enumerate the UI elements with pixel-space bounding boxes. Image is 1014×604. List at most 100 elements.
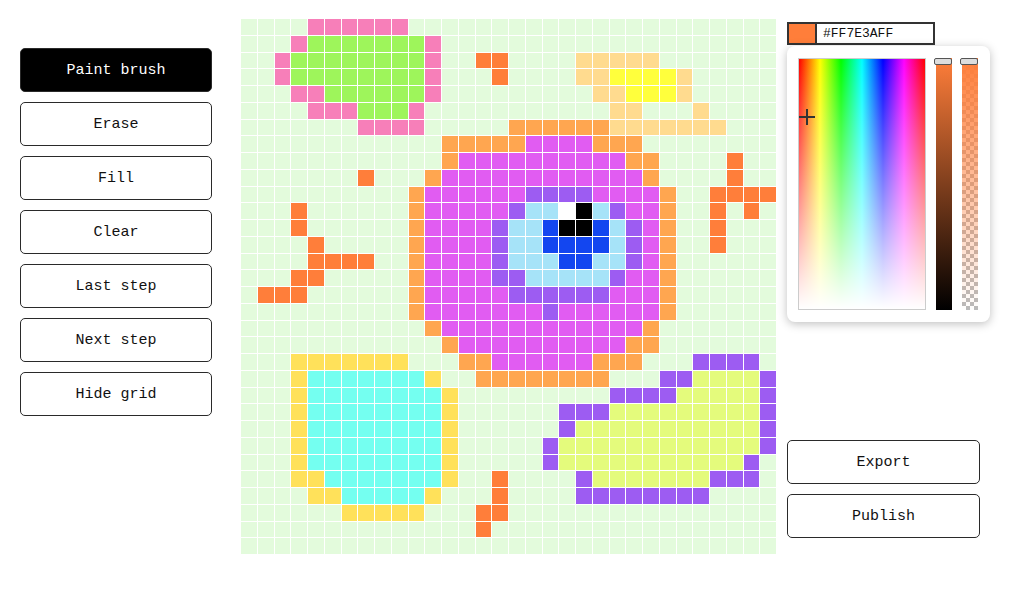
pixel-cell[interactable] [392,53,408,69]
pixel-cell[interactable] [275,337,291,353]
pixel-cell[interactable] [559,19,575,35]
pixel-cell[interactable] [677,388,693,404]
pixel-cell[interactable] [342,354,358,370]
pixel-cell[interactable] [241,220,257,236]
pixel-cell[interactable] [593,538,609,554]
pixel-cell[interactable] [308,254,324,270]
pixel-cell[interactable] [476,53,492,69]
pixel-cell[interactable] [275,471,291,487]
pixel-cell[interactable] [459,354,475,370]
pixel-cell[interactable] [375,270,391,286]
pixel-cell[interactable] [643,254,659,270]
pixel-cell[interactable] [727,371,743,387]
pixel-cell[interactable] [325,170,341,186]
pixel-cell[interactable] [375,371,391,387]
pixel-cell[interactable] [258,455,274,471]
pixel-cell[interactable] [760,203,776,219]
pixel-cell[interactable] [358,371,374,387]
pixel-cell[interactable] [342,455,358,471]
pixel-cell[interactable] [610,220,626,236]
pixel-cell[interactable] [291,287,307,303]
pixel-cell[interactable] [492,36,508,52]
pixel-cell[interactable] [610,203,626,219]
pixel-cell[interactable] [258,421,274,437]
pixel-cell[interactable] [342,254,358,270]
pixel-cell[interactable] [660,371,676,387]
pixel-cell[interactable] [325,287,341,303]
pixel-cell[interactable] [626,36,642,52]
pixel-cell[interactable] [509,19,525,35]
pixel-cell[interactable] [275,237,291,253]
pixel-cell[interactable] [576,404,592,420]
pixel-cell[interactable] [526,522,542,538]
pixel-cell[interactable] [643,69,659,85]
pixel-cell[interactable] [392,153,408,169]
pixel-cell[interactable] [760,270,776,286]
pixel-cell[interactable] [492,455,508,471]
pixel-cell[interactable] [492,53,508,69]
pixel-cell[interactable] [643,237,659,253]
pixel-cell[interactable] [375,388,391,404]
pixel-cell[interactable] [241,455,257,471]
pixel-cell[interactable] [358,522,374,538]
pixel-cell[interactable] [660,187,676,203]
pixel-cell[interactable] [660,136,676,152]
pixel-cell[interactable] [425,287,441,303]
pixel-cell[interactable] [710,220,726,236]
pixel-cell[interactable] [492,522,508,538]
pixel-cell[interactable] [425,471,441,487]
pixel-cell[interactable] [643,371,659,387]
pixel-cell[interactable] [593,488,609,504]
pixel-cell[interactable] [626,254,642,270]
pixel-cell[interactable] [593,505,609,521]
pixel-cell[interactable] [275,170,291,186]
pixel-cell[interactable] [425,153,441,169]
pixel-cell[interactable] [492,371,508,387]
pixel-cell[interactable] [342,120,358,136]
pixel-cell[interactable] [693,488,709,504]
pixel-cell[interactable] [325,254,341,270]
pixel-cell[interactable] [275,86,291,102]
pixel-cell[interactable] [375,187,391,203]
pixel-cell[interactable] [342,538,358,554]
pixel-cell[interactable] [559,522,575,538]
pixel-cell[interactable] [258,337,274,353]
pixel-cell[interactable] [459,505,475,521]
pixel-cell[interactable] [576,254,592,270]
pixel-cell[interactable] [626,86,642,102]
pixel-cell[interactable] [358,153,374,169]
pixel-cell[interactable] [559,304,575,320]
pixel-cell[interactable] [409,203,425,219]
pixel-cell[interactable] [375,220,391,236]
pixel-cell[interactable] [308,455,324,471]
pixel-cell[interactable] [660,103,676,119]
pixel-cell[interactable] [358,505,374,521]
pixel-cell[interactable] [626,522,642,538]
pixel-cell[interactable] [610,187,626,203]
slider-handle[interactable] [934,58,952,65]
pixel-cell[interactable] [626,371,642,387]
pixel-cell[interactable] [660,354,676,370]
pixel-cell[interactable] [559,187,575,203]
pixel-cell[interactable] [526,53,542,69]
pixel-cell[interactable] [660,220,676,236]
pixel-cell[interactable] [626,103,642,119]
pixel-cell[interactable] [409,538,425,554]
pixel-cell[interactable] [760,337,776,353]
pixel-cell[interactable] [275,270,291,286]
pixel-cell[interactable] [258,19,274,35]
pixel-cell[interactable] [744,488,760,504]
pixel-cell[interactable] [509,505,525,521]
pixel-cell[interactable] [392,237,408,253]
pixel-cell[interactable] [526,120,542,136]
pixel-cell[interactable] [626,53,642,69]
pixel-cell[interactable] [476,371,492,387]
pixel-cell[interactable] [693,136,709,152]
pixel-cell[interactable] [643,354,659,370]
tool-button[interactable]: Clear [20,210,212,254]
pixel-cell[interactable] [291,505,307,521]
pixel-cell[interactable] [492,220,508,236]
tool-button[interactable]: Hide grid [20,372,212,416]
pixel-cell[interactable] [643,136,659,152]
pixel-cell[interactable] [308,421,324,437]
